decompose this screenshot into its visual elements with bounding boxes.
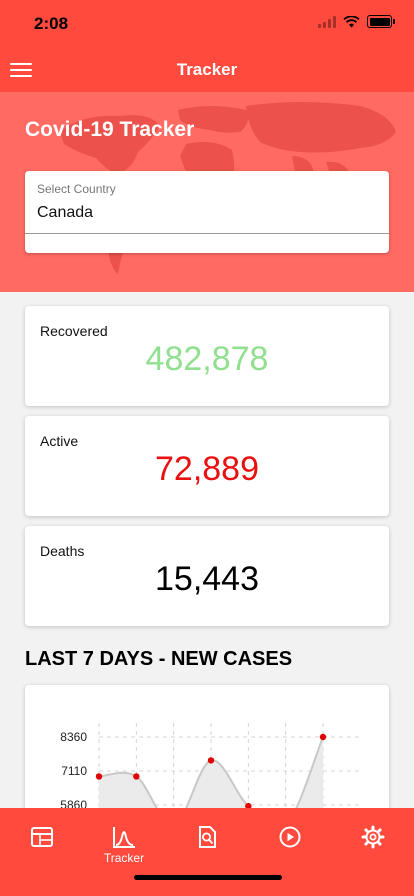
status-time: 2:08: [34, 14, 69, 33]
chart-data-point: [133, 773, 140, 780]
country-select[interactable]: Select Country Canada: [25, 171, 389, 253]
deaths-label: Deaths: [40, 543, 85, 559]
tab-dashboard[interactable]: [1, 808, 83, 868]
tab-bar: Tracker: [0, 808, 414, 896]
recovered-value: 482,878: [145, 340, 269, 378]
chart-y-tick-label: 8360: [60, 730, 87, 744]
wifi-icon: [343, 15, 360, 27]
chart-curve-icon: [113, 827, 135, 848]
hero-title: Covid-19 Tracker: [25, 118, 195, 141]
tab-news[interactable]: [166, 808, 248, 868]
gear-icon: [361, 825, 385, 849]
hero-banner: Covid-19 Tracker Select Country Canada: [0, 92, 414, 292]
chart-y-tick-label: 7110: [61, 764, 87, 778]
status-bar: 2:08: [0, 0, 414, 48]
tab-tracker[interactable]: Tracker: [83, 808, 165, 868]
status-icons: [318, 15, 395, 28]
deaths-card: Deaths 15,443: [25, 526, 389, 626]
tab-settings[interactable]: [332, 808, 414, 868]
section-title: LAST 7 DAYS - NEW CASES: [25, 648, 293, 670]
battery-icon: [367, 15, 395, 28]
chart-data-point: [319, 733, 327, 741]
country-select-value[interactable]: Canada: [37, 204, 93, 222]
active-value: 72,889: [155, 450, 259, 488]
recovered-label: Recovered: [40, 323, 108, 339]
country-select-underline: [25, 233, 389, 234]
active-card: Active 72,889: [25, 416, 389, 516]
cellular-signal-icon: [318, 15, 336, 28]
tab-videos[interactable]: [249, 808, 331, 868]
active-label: Active: [40, 433, 79, 449]
home-indicator: [134, 875, 282, 880]
play-icon: [279, 826, 301, 848]
search-document-icon: [199, 826, 216, 848]
calendar-icon: [31, 827, 53, 847]
country-select-label: Select Country: [37, 182, 116, 196]
deaths-value: 15,443: [155, 560, 259, 598]
chart-data-point: [207, 757, 215, 764]
app-bar: Tracker: [0, 48, 414, 92]
chart-data-point: [95, 773, 103, 780]
tab-tracker-label: Tracker: [103, 851, 145, 865]
recovered-card: Recovered 482,878: [25, 306, 389, 406]
app-title: Tracker: [176, 60, 238, 79]
